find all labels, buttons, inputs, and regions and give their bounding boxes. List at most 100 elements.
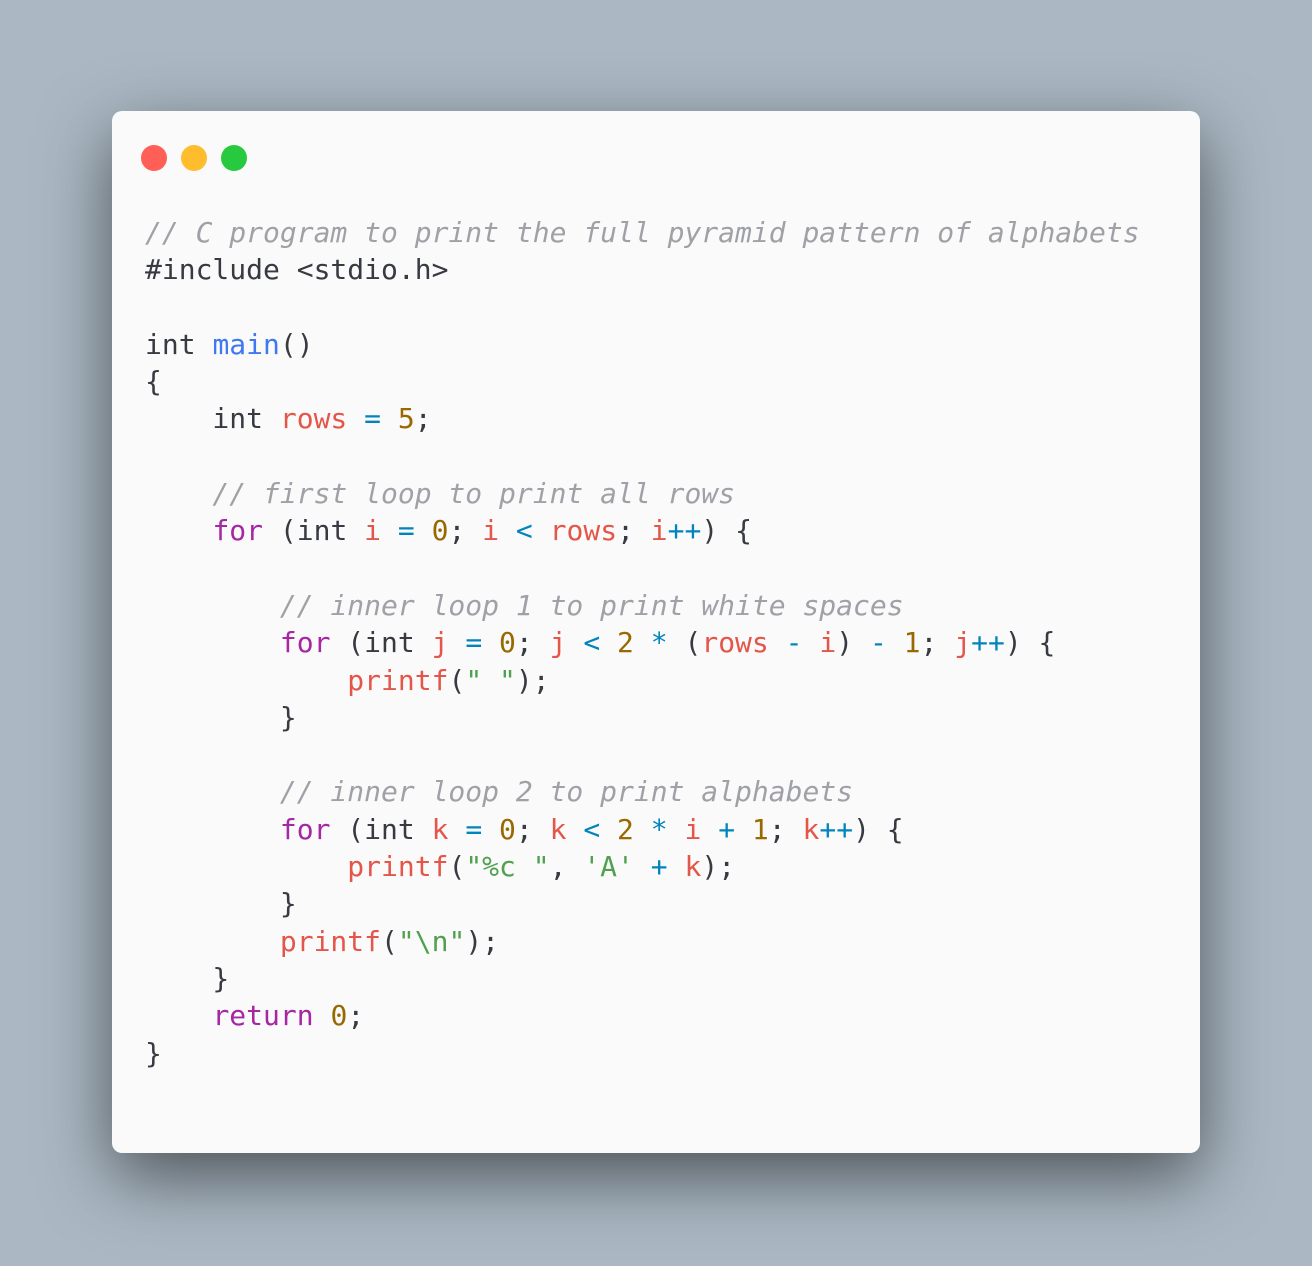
code-window: // C program to print the full pyramid p… bbox=[112, 111, 1200, 1153]
code-token: main bbox=[212, 327, 280, 361]
code-token: ( bbox=[448, 663, 466, 697]
code-token: ) bbox=[836, 626, 870, 660]
code-token: i bbox=[364, 514, 382, 548]
code-token: j bbox=[549, 626, 567, 660]
code-token: < bbox=[515, 514, 533, 548]
code-token: ; bbox=[768, 812, 803, 846]
code-line: printf("\n"); bbox=[145, 923, 1140, 960]
code-token: ) { bbox=[853, 812, 904, 846]
code-token: ( bbox=[448, 850, 466, 884]
code-token: for bbox=[279, 626, 331, 660]
code-token: printf bbox=[279, 924, 382, 958]
code-token: printf bbox=[347, 663, 449, 697]
code-line: for (int k = 0; k < 2 * i + 1; k++) { bbox=[145, 811, 1140, 848]
code-token: < bbox=[583, 812, 601, 846]
code-token: () bbox=[279, 327, 314, 361]
code-token: rows bbox=[701, 626, 769, 660]
code-token: // C program to print the full pyramid p… bbox=[145, 216, 1140, 249]
code-token: ) { bbox=[1004, 626, 1056, 660]
code-line: // C program to print the full pyramid p… bbox=[145, 214, 1140, 251]
code-line: // inner loop 1 to print white spaces bbox=[145, 587, 1140, 624]
code-token: // inner loop 2 to print alphabets bbox=[145, 775, 854, 809]
code-token: ); bbox=[701, 850, 736, 884]
code-line: { bbox=[145, 363, 1140, 400]
code-line: printf("%c ", 'A' + k); bbox=[145, 848, 1140, 885]
code-line: // inner loop 2 to print alphabets bbox=[145, 773, 1140, 810]
code-token: * bbox=[650, 626, 668, 660]
code-token: , bbox=[549, 850, 584, 884]
code-token: ; bbox=[414, 402, 432, 436]
code-token: { bbox=[145, 365, 162, 399]
code-token: 1 bbox=[751, 812, 769, 846]
code-token: ); bbox=[515, 663, 550, 697]
code-token: "\n" bbox=[397, 924, 466, 958]
code-token: ( bbox=[381, 924, 398, 958]
code-token: ++ bbox=[971, 626, 1005, 660]
code-token: // first loop to print all rows bbox=[145, 477, 736, 511]
code-token: int bbox=[145, 402, 280, 436]
code-token: } bbox=[145, 700, 297, 734]
code-token: ; bbox=[448, 514, 483, 548]
minimize-dot-icon[interactable] bbox=[181, 145, 207, 171]
code-token: ; bbox=[515, 812, 550, 846]
code-token: j bbox=[954, 626, 972, 660]
code-token: rows bbox=[279, 402, 348, 436]
code-token: 'A' bbox=[583, 850, 634, 884]
code-token: } bbox=[145, 887, 297, 921]
code-token: } bbox=[145, 961, 230, 995]
code-token: k bbox=[431, 812, 449, 846]
code-token: + bbox=[650, 850, 668, 884]
code-token: * bbox=[650, 812, 668, 846]
code-token: return bbox=[212, 999, 314, 1033]
code-token: i bbox=[650, 514, 668, 548]
code-line: // first loop to print all rows bbox=[145, 475, 1140, 512]
code-token: for bbox=[212, 514, 264, 548]
code-token: (int bbox=[330, 626, 432, 660]
code-token: "%c " bbox=[465, 850, 550, 884]
code-token: ++ bbox=[819, 812, 854, 846]
code-token: ) { bbox=[701, 514, 752, 548]
code-token: = bbox=[364, 402, 382, 436]
code-token: for bbox=[279, 812, 331, 846]
code-line: #include <stdio.h> bbox=[145, 251, 1140, 288]
code-token: 0 bbox=[330, 999, 348, 1033]
code-token: ; bbox=[617, 514, 651, 548]
code-token: printf bbox=[347, 850, 449, 884]
code-token: int bbox=[145, 327, 213, 361]
code-token: ++ bbox=[667, 514, 702, 548]
code-token: ); bbox=[465, 924, 500, 958]
code-token: j bbox=[431, 626, 449, 660]
maximize-dot-icon[interactable] bbox=[221, 145, 247, 171]
code-token: = bbox=[397, 514, 415, 548]
close-dot-icon[interactable] bbox=[141, 145, 167, 171]
code-token: ; bbox=[920, 626, 955, 660]
code-token: } bbox=[145, 1036, 162, 1070]
code-token: - bbox=[785, 626, 803, 660]
